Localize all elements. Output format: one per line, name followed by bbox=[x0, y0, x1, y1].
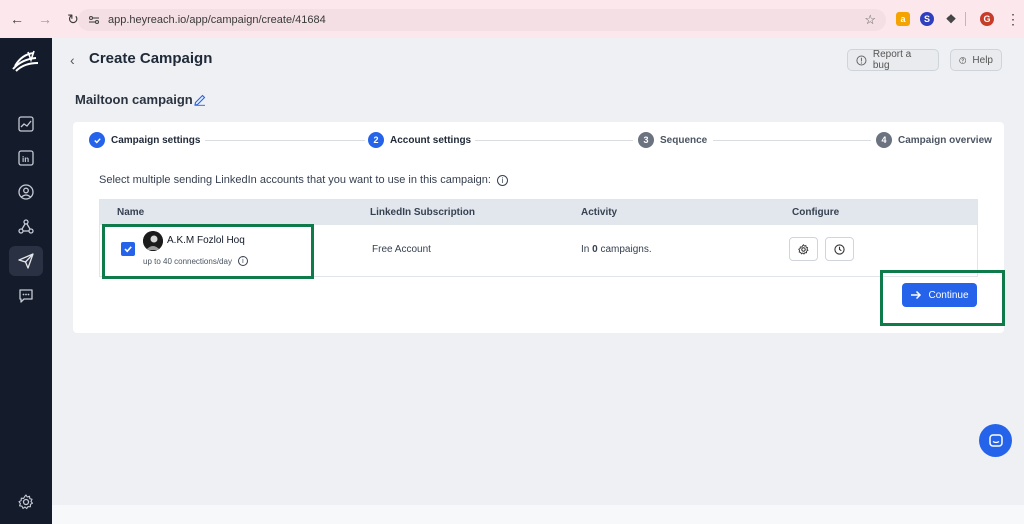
user-icon[interactable] bbox=[14, 180, 38, 204]
back-chevron-icon[interactable]: ‹ bbox=[70, 52, 75, 68]
stepper-line bbox=[713, 140, 871, 141]
step-label: Campaign settings bbox=[111, 134, 201, 146]
kebab-menu-icon[interactable]: ⋮ bbox=[1006, 11, 1020, 28]
step-campaign-overview[interactable]: 4 Campaign overview bbox=[876, 132, 992, 148]
back-arrow-icon[interactable]: ← bbox=[8, 10, 26, 28]
bookmark-star-icon[interactable]: ☆ bbox=[864, 12, 876, 28]
instruction-text: Select multiple sending LinkedIn account… bbox=[99, 174, 508, 186]
stepper-line bbox=[475, 140, 633, 141]
column-header: Configure bbox=[792, 207, 840, 218]
info-icon[interactable]: i bbox=[496, 174, 508, 186]
alert-icon bbox=[856, 54, 867, 66]
table-header: Name LinkedIn Subscription Activity Conf… bbox=[100, 200, 977, 225]
step-label: Account settings bbox=[390, 134, 472, 146]
svg-text:in: in bbox=[22, 155, 29, 164]
help-button[interactable]: Help bbox=[950, 49, 1002, 71]
step-number: 3 bbox=[638, 132, 654, 148]
question-icon bbox=[959, 56, 967, 64]
edit-pencil-icon[interactable] bbox=[194, 93, 206, 111]
check-icon bbox=[89, 132, 105, 148]
activity-suffix: campaigns. bbox=[600, 244, 652, 255]
step-label: Campaign overview bbox=[898, 134, 992, 146]
column-header: Name bbox=[117, 207, 145, 218]
url-text[interactable]: app.heyreach.io/app/campaign/create/4168… bbox=[108, 14, 326, 26]
help-label: Help bbox=[972, 54, 993, 66]
continue-label: Continue bbox=[928, 289, 969, 301]
activity-count: 0 bbox=[592, 244, 598, 255]
browser-nav: ← → ↻ bbox=[8, 10, 82, 28]
page-title: Create Campaign bbox=[89, 50, 213, 67]
campaign-name: Mailtoon campaign bbox=[75, 92, 193, 107]
account-settings-button[interactable] bbox=[789, 237, 818, 261]
network-icon[interactable] bbox=[14, 215, 38, 239]
extension-icon[interactable]: a bbox=[896, 12, 910, 26]
heyreach-logo[interactable] bbox=[12, 50, 40, 72]
report-bug-label: Report a bug bbox=[872, 49, 912, 71]
report-bug-button[interactable]: Report a bug bbox=[847, 49, 939, 71]
arrow-right-icon bbox=[911, 290, 922, 300]
puzzle-icon[interactable]: ❖ bbox=[944, 12, 958, 26]
linkedin-icon[interactable]: in bbox=[14, 146, 38, 170]
clock-icon bbox=[834, 243, 845, 255]
browser-toolbar: ← → ↻ app.heyreach.io/app/campaign/creat… bbox=[0, 0, 1024, 38]
gear-icon bbox=[798, 243, 809, 254]
column-header: Activity bbox=[581, 207, 618, 218]
column-header: LinkedIn Subscription bbox=[370, 207, 476, 218]
page-footer-strip bbox=[52, 505, 1024, 524]
chat-icon bbox=[988, 433, 1003, 447]
step-sequence[interactable]: 3 Sequence bbox=[638, 132, 707, 148]
extension-icon[interactable]: S bbox=[920, 12, 934, 26]
stepper-line bbox=[205, 140, 365, 141]
address-bar[interactable]: app.heyreach.io/app/campaign/create/4168… bbox=[78, 9, 886, 31]
support-chat-button[interactable] bbox=[979, 424, 1012, 457]
app-sidebar: in bbox=[0, 38, 52, 524]
continue-button[interactable]: Continue bbox=[902, 283, 977, 307]
chart-icon[interactable] bbox=[14, 112, 38, 136]
activity-cell: In 0 campaigns. bbox=[581, 244, 652, 255]
site-info-icon[interactable] bbox=[86, 12, 102, 28]
step-account-settings[interactable]: 2 Account settings bbox=[368, 132, 471, 148]
chat-icon[interactable] bbox=[14, 284, 38, 308]
activity-prefix: In bbox=[581, 244, 590, 255]
account-schedule-button[interactable] bbox=[825, 237, 854, 261]
profile-avatar[interactable]: G bbox=[980, 12, 994, 26]
step-number: 4 bbox=[876, 132, 892, 148]
account-highlight-box bbox=[102, 224, 314, 279]
step-label: Sequence bbox=[660, 134, 708, 146]
toolbar-divider bbox=[965, 12, 966, 26]
main-content: ‹ Create Campaign Report a bug Help Mail… bbox=[52, 38, 1024, 524]
step-number: 2 bbox=[368, 132, 384, 148]
send-icon[interactable] bbox=[9, 246, 43, 276]
step-campaign-settings[interactable]: Campaign settings bbox=[89, 132, 200, 148]
instruction-label: Select multiple sending LinkedIn account… bbox=[99, 174, 491, 186]
subscription-cell: Free Account bbox=[372, 244, 431, 255]
forward-arrow-icon[interactable]: → bbox=[36, 10, 54, 28]
settings-icon[interactable] bbox=[14, 490, 38, 514]
